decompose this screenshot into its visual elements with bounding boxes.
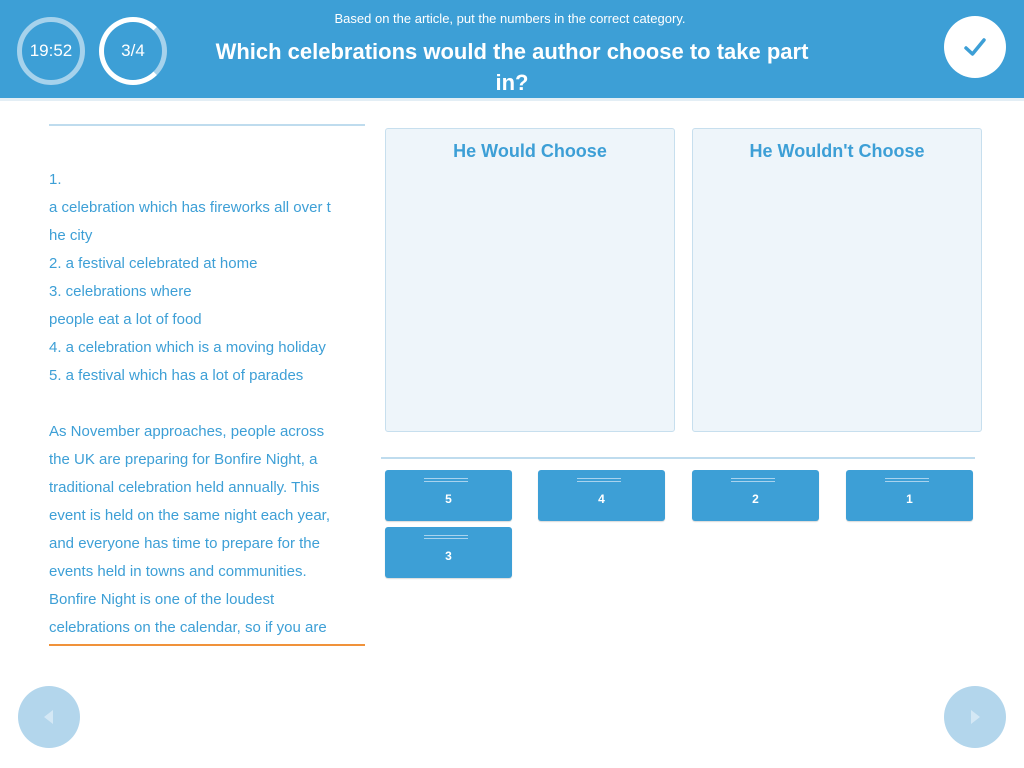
category-title: He Wouldn't Choose: [749, 141, 925, 161]
checkmark-icon: [964, 38, 986, 56]
article-line: Bonfire Night is one of the loudest: [49, 591, 275, 608]
chip-label: 1: [906, 492, 913, 506]
previous-button[interactable]: [18, 686, 80, 748]
article-line: As November approaches, people across: [49, 423, 325, 440]
drag-handle-icon: [577, 478, 621, 482]
list-item: people eat a lot of food: [49, 311, 202, 328]
drag-handle-icon: [424, 478, 468, 482]
list-item: 2. a festival celebrated at home: [49, 255, 258, 272]
article-line: traditional celebration held annually. T…: [49, 479, 320, 496]
drag-handle-icon: [424, 535, 468, 539]
header-shadow: [0, 98, 1024, 101]
list-item: 5. a festival which has a lot of parades: [49, 367, 304, 384]
answer-chip-2[interactable]: 2: [692, 470, 819, 521]
instruction-text: Based on the article, put the numbers in…: [334, 11, 686, 26]
chip-label: 3: [445, 549, 452, 563]
article-line: events held in towns and communities.: [49, 563, 307, 580]
list-item: he city: [49, 227, 93, 244]
arrow-right-icon: [971, 710, 980, 724]
divider: [381, 457, 975, 459]
progress-text: 3/4: [121, 41, 145, 60]
list-item: 3. celebrations where: [49, 283, 192, 300]
article-line: and everyone has time to prepare for the: [49, 535, 320, 552]
next-button[interactable]: [944, 686, 1006, 748]
timer: 19:52: [17, 17, 85, 85]
list-item: a celebration which has fireworks all ov…: [49, 199, 331, 216]
article-line: event is held on the same night each yea…: [49, 507, 331, 524]
chip-label: 5: [445, 492, 452, 506]
drag-handle-icon: [885, 478, 929, 482]
article-line: celebrations on the calendar, so if you …: [49, 619, 327, 636]
reading-bottom-rule: [49, 644, 365, 646]
arrow-left-icon: [44, 710, 53, 724]
timer-text: 19:52: [29, 41, 73, 60]
article-line: the UK are preparing for Bonfire Night, …: [49, 451, 318, 468]
answer-chip-5[interactable]: 5: [385, 470, 512, 521]
answer-chip-4[interactable]: 4: [538, 470, 665, 521]
category-wouldnt-choose[interactable]: He Wouldn't Choose: [692, 128, 982, 432]
answer-chip-3[interactable]: 3: [385, 527, 512, 578]
drag-handle-icon: [731, 478, 775, 482]
category-title: He Would Choose: [453, 141, 607, 161]
chip-label: 2: [752, 492, 759, 506]
question-title: Which celebrations would the author choo…: [215, 39, 809, 95]
list-item: 4. a celebration which is a moving holid…: [49, 339, 326, 356]
list-item: 1.: [49, 171, 62, 188]
category-would-choose[interactable]: He Would Choose: [385, 128, 675, 432]
answer-chip-1[interactable]: 1: [846, 470, 973, 521]
reading-pane[interactable]: 1. a celebration which has fireworks all…: [49, 166, 365, 638]
submit-button[interactable]: [944, 16, 1006, 78]
chip-label: 4: [598, 492, 605, 506]
reading-top-rule: [49, 124, 365, 126]
